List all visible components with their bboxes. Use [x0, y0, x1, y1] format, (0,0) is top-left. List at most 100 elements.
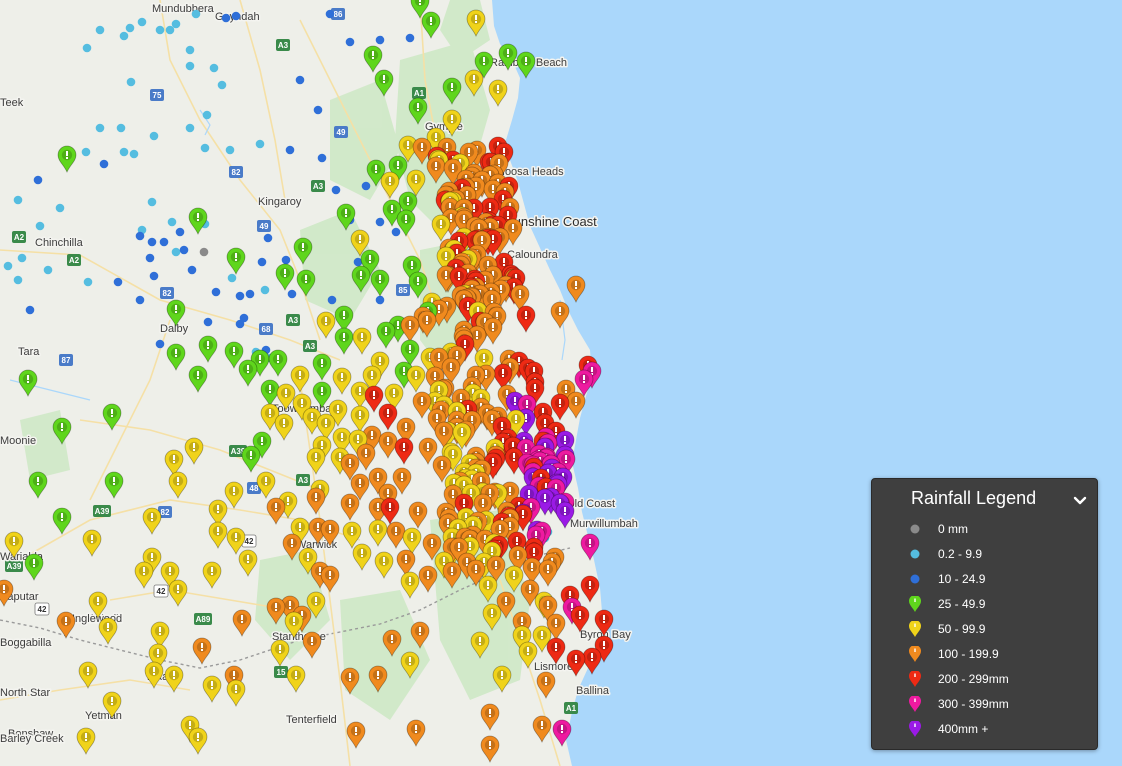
road-shield: A3	[303, 340, 317, 352]
rainfall-dot-marker[interactable]	[221, 13, 231, 23]
rainfall-dot-marker[interactable]	[375, 217, 385, 227]
rainfall-dot-marker[interactable]	[33, 175, 43, 185]
rainfall-dot-marker[interactable]	[185, 61, 195, 71]
rainfall-dot-marker[interactable]	[287, 289, 297, 299]
rainfall-dot-marker[interactable]	[185, 123, 195, 133]
rainfall-dot-marker[interactable]	[191, 9, 201, 19]
rainfall-dot-marker[interactable]	[375, 35, 385, 45]
legend-header[interactable]: Rainfall Legend	[872, 479, 1097, 517]
rainfall-dot-marker[interactable]	[149, 131, 159, 141]
rainfall-dot-marker[interactable]	[95, 25, 105, 35]
rainfall-dot-marker[interactable]	[119, 31, 129, 41]
road-shield: 68	[259, 323, 273, 335]
place-label: Lismore	[534, 661, 573, 673]
rainfall-dot-marker[interactable]	[135, 231, 145, 241]
svg-text:A1: A1	[566, 704, 577, 713]
rainfall-dot-marker[interactable]	[211, 287, 221, 297]
rainfall-dot-marker[interactable]	[217, 80, 227, 90]
rainfall-dot-marker[interactable]	[99, 159, 109, 169]
rainfall-dot-marker[interactable]	[113, 277, 123, 287]
legend-item: 25 - 49.9	[872, 592, 1097, 617]
rainfall-dot-marker[interactable]	[81, 147, 91, 157]
legend-items: 0 mm 0.2 - 9.9 10 - 24.9 25 - 49.9 50 - 99.9…	[872, 517, 1097, 742]
rainfall-dot-marker[interactable]	[155, 25, 165, 35]
legend-dot-icon	[910, 549, 920, 559]
rainfall-dot-marker[interactable]	[361, 181, 371, 191]
rainfall-dot-marker[interactable]	[171, 247, 181, 257]
rainfall-dot-marker[interactable]	[285, 145, 295, 155]
rainfall-dot-marker[interactable]	[35, 221, 45, 231]
rainfall-dot-marker[interactable]	[82, 43, 92, 53]
rainfall-dot-marker[interactable]	[313, 105, 323, 115]
rainfall-dot-marker[interactable]	[331, 185, 341, 195]
legend-item: 50 - 99.9	[872, 617, 1097, 642]
rainfall-dot-marker[interactable]	[137, 17, 147, 27]
rainfall-dot-marker[interactable]	[391, 227, 401, 237]
place-label: Kingaroy	[258, 196, 302, 208]
rainfall-dot-marker[interactable]	[203, 317, 213, 327]
rainfall-dot-marker[interactable]	[129, 149, 139, 159]
rainfall-dot-marker[interactable]	[185, 45, 195, 55]
rainfall-dot-marker[interactable]	[125, 23, 135, 33]
rainfall-dot-marker[interactable]	[235, 291, 245, 301]
rainfall-dot-marker[interactable]	[327, 295, 337, 305]
svg-text:A39: A39	[95, 507, 110, 516]
chevron-down-icon[interactable]	[1071, 491, 1089, 509]
rainfall-dot-marker[interactable]	[149, 271, 159, 281]
rainfall-dot-marker[interactable]	[260, 285, 270, 295]
rainfall-dot-marker[interactable]	[147, 197, 157, 207]
svg-text:48: 48	[250, 484, 259, 493]
svg-text:49: 49	[337, 128, 346, 137]
rainfall-dot-marker[interactable]	[171, 19, 181, 29]
rainfall-dot-marker[interactable]	[263, 233, 273, 243]
rainfall-dot-marker[interactable]	[147, 237, 157, 247]
rainfall-dot-marker[interactable]	[13, 195, 23, 205]
rainfall-dot-marker[interactable]	[227, 273, 237, 283]
rainfall-dot-marker[interactable]	[405, 33, 415, 43]
rainfall-dot-marker[interactable]	[225, 145, 235, 155]
rainfall-dot-marker[interactable]	[155, 339, 165, 349]
rainfall-dot-marker[interactable]	[43, 265, 53, 275]
rainfall-dot-marker[interactable]	[245, 289, 255, 299]
rainfall-dot-marker[interactable]	[209, 63, 219, 73]
rainfall-dot-marker[interactable]	[159, 237, 169, 247]
place-label: Boggabilla	[0, 637, 52, 649]
rainfall-dot-marker[interactable]	[167, 217, 177, 227]
rainfall-dot-marker[interactable]	[145, 253, 155, 263]
rainfall-dot-marker[interactable]	[281, 255, 291, 265]
rainfall-dot-marker[interactable]	[135, 295, 145, 305]
rainfall-dot-marker[interactable]	[255, 139, 265, 149]
rainfall-dot-marker[interactable]	[175, 227, 185, 237]
rainfall-dot-marker[interactable]	[235, 319, 245, 329]
rainfall-dot-marker[interactable]	[325, 9, 335, 19]
rainfall-legend-panel: Rainfall Legend 0 mm 0.2 - 9.9 10 - 24.9 25…	[871, 478, 1098, 750]
road-shield: A1	[564, 702, 578, 714]
legend-item: 300 - 399mm	[872, 692, 1097, 717]
rainfall-dot-marker[interactable]	[295, 75, 305, 85]
rainfall-dot-marker[interactable]	[17, 253, 27, 263]
rainfall-dot-marker[interactable]	[83, 277, 93, 287]
rainfall-dot-marker[interactable]	[200, 143, 210, 153]
svg-text:42: 42	[38, 605, 47, 614]
rainfall-dot-marker[interactable]	[95, 123, 105, 133]
rainfall-dot-marker[interactable]	[55, 203, 65, 213]
rainfall-dot-marker[interactable]	[257, 257, 267, 267]
rainfall-dot-marker[interactable]	[119, 147, 129, 157]
legend-item: 10 - 24.9	[872, 567, 1097, 592]
rainfall-dot-marker[interactable]	[116, 123, 126, 133]
legend-pin-icon	[909, 621, 921, 637]
road-shield: A2	[67, 254, 81, 266]
rainfall-dot-marker[interactable]	[126, 77, 136, 87]
rainfall-dot-marker[interactable]	[199, 247, 209, 257]
rainfall-dot-marker[interactable]	[345, 37, 355, 47]
rainfall-dot-marker[interactable]	[3, 261, 13, 271]
road-shield: A3	[276, 39, 290, 51]
rainfall-dot-marker[interactable]	[202, 110, 212, 120]
rainfall-dot-marker[interactable]	[179, 245, 189, 255]
rainfall-dot-marker[interactable]	[317, 153, 327, 163]
road-shield: A3	[296, 474, 310, 486]
rainfall-dot-marker[interactable]	[231, 11, 241, 21]
rainfall-dot-marker[interactable]	[25, 305, 35, 315]
rainfall-dot-marker[interactable]	[13, 275, 23, 285]
rainfall-dot-marker[interactable]	[187, 265, 197, 275]
